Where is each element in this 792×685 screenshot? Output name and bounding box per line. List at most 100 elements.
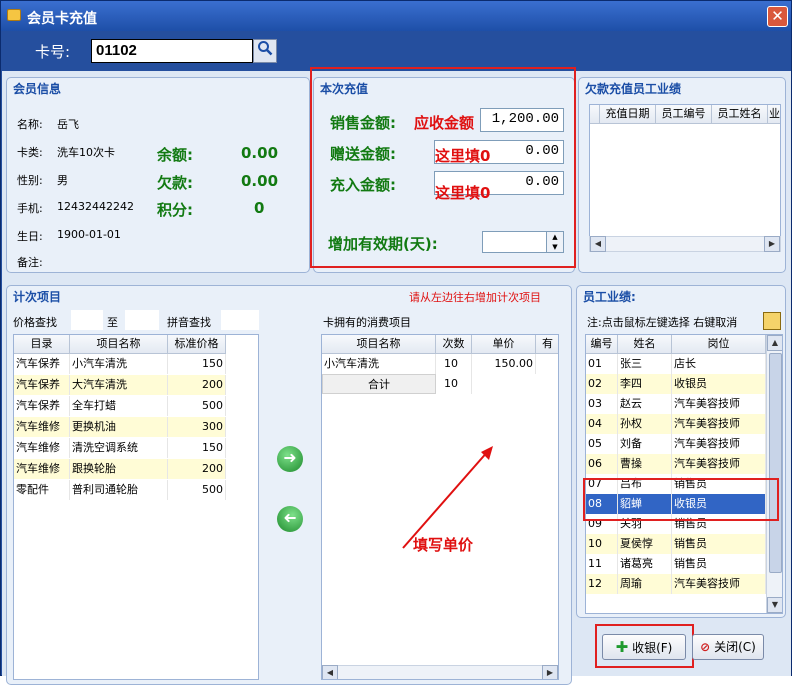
phone-label: 手机:	[17, 202, 43, 215]
scroll-left-icon[interactable]: ◀	[590, 236, 606, 252]
gender-value: 男	[57, 174, 68, 187]
price-search-label: 价格查找	[13, 316, 57, 329]
items-table-cell[interactable]: 汽车维修	[14, 459, 70, 479]
staff-table-cell[interactable]: 曹操	[618, 454, 672, 474]
staff-table-cell[interactable]: 诸葛亮	[618, 554, 672, 574]
items-table-cell[interactable]: 汽车保养	[14, 375, 70, 395]
pinyin-search-input[interactable]	[221, 310, 259, 330]
staff-table-cell[interactable]: 店长	[672, 354, 766, 374]
col-owned-unit-price: 单价	[472, 335, 536, 354]
scroll-right-icon[interactable]: ▶	[542, 665, 558, 679]
price-min-input[interactable]	[71, 310, 103, 330]
card-type-label: 卡类:	[17, 146, 43, 159]
items-table-cell[interactable]: 汽车保养	[14, 354, 70, 374]
staff-table-cell[interactable]: 12	[586, 574, 618, 594]
scroll-down-icon[interactable]: ▼	[767, 597, 782, 613]
staff-table-cell[interactable]: 02	[586, 374, 618, 394]
member-info-panel: 会员信息 名称: 岳飞 卡类: 洗车10次卡 性别: 男 手机: 1243244…	[6, 77, 310, 273]
items-table-cell[interactable]: 200	[168, 459, 226, 479]
items-table-cell[interactable]: 清洗空调系统	[70, 438, 168, 458]
pinyin-search-label: 拼音查找	[167, 316, 211, 329]
card-type-value: 洗车10次卡	[57, 146, 115, 159]
points-label: 积分:	[157, 201, 193, 219]
staff-table-cell[interactable]: 汽车美容技师	[672, 414, 766, 434]
staff-table-cell[interactable]: 汽车美容技师	[672, 454, 766, 474]
debt-staff-panel: 欠款充值员工业绩 充值日期 员工编号 员工姓名 业 ◀ ▶	[578, 77, 786, 273]
gift-amount-hint: 这里填0	[435, 147, 491, 165]
staff-table-cell[interactable]: 赵云	[618, 394, 672, 414]
price-to-label: 至	[107, 316, 118, 329]
items-table-cell[interactable]: 150	[168, 438, 226, 458]
staff-table-cell[interactable]: 孙权	[618, 414, 672, 434]
card-number-input[interactable]: 01102	[91, 39, 253, 63]
staff-table-cell[interactable]: 汽车美容技师	[672, 574, 766, 594]
staff-vscrollbar[interactable]: ▲ ▼	[766, 335, 782, 613]
staff-table-cell[interactable]: 刘备	[618, 434, 672, 454]
staff-table-cell[interactable]: 01	[586, 354, 618, 374]
plus-icon: ✚	[615, 638, 629, 656]
items-table-cell[interactable]: 汽车保养	[14, 396, 70, 416]
col-staff-id: 编号	[586, 335, 618, 354]
staff-table-cell[interactable]: 03	[586, 394, 618, 414]
items-table-cell[interactable]: 小汽车清洗	[70, 354, 168, 374]
items-table-cell[interactable]: 300	[168, 417, 226, 437]
staff-table-cell[interactable]: 周瑜	[618, 574, 672, 594]
staff-table: 编号 姓名 岗位 01 张三 店长 02 李四 收银员 03 赵云 汽车美容技师 04 孙权 汽车美容…	[585, 334, 783, 614]
items-table-cell[interactable]: 500	[168, 396, 226, 416]
staff-scroll-thumb[interactable]	[769, 353, 782, 573]
items-table-cell[interactable]: 大汽车清洗	[70, 375, 168, 395]
price-max-input[interactable]	[125, 310, 159, 330]
close-window-button[interactable]: ✕	[767, 6, 788, 27]
close-circle-icon: ⊘	[700, 640, 711, 654]
member-info-title: 会员信息	[13, 82, 62, 96]
staff-table-cell[interactable]: 收银员	[672, 374, 766, 394]
sale-amount-hint: 应收金额	[414, 114, 475, 132]
staff-table-cell[interactable]: 汽车美容技师	[672, 394, 766, 414]
owned-row-unit-price[interactable]: 150.00	[472, 354, 536, 374]
staff-table-cell[interactable]: 李四	[618, 374, 672, 394]
items-table-cell[interactable]: 汽车维修	[14, 438, 70, 458]
staff-table-cell[interactable]: 销售员	[672, 554, 766, 574]
items-table-cell[interactable]: 汽车维修	[14, 417, 70, 437]
add-item-arrow-icon[interactable]: ➜	[277, 446, 303, 472]
name-value: 岳飞	[57, 118, 79, 131]
staff-table-cell[interactable]: 汽车美容技师	[672, 434, 766, 454]
items-table-cell[interactable]: 全车打蜡	[70, 396, 168, 416]
close-button[interactable]: ⊘ 关闭(C)	[692, 634, 764, 660]
staff-table-cell[interactable]: 夏侯惇	[618, 534, 672, 554]
gender-label: 性别:	[17, 174, 43, 187]
debt-hscrollbar[interactable]: ◀ ▶	[589, 236, 781, 252]
scroll-left-icon[interactable]: ◀	[322, 665, 338, 679]
staff-table-cell[interactable]: 05	[586, 434, 618, 454]
col-staff-name: 姓名	[618, 335, 672, 354]
owned-row-count[interactable]: 10	[436, 354, 472, 374]
scroll-right-icon[interactable]: ▶	[764, 236, 780, 252]
collect-button[interactable]: ✚ 收银(F)	[602, 634, 686, 660]
staff-table-cell[interactable]: 11	[586, 554, 618, 574]
col-recharge-date: 充值日期	[600, 105, 656, 124]
scroll-up-icon[interactable]: ▲	[767, 335, 782, 351]
items-table-cell[interactable]: 500	[168, 480, 226, 500]
col-owned-count: 次数	[436, 335, 472, 354]
remove-item-arrow-icon[interactable]: ➜	[277, 506, 303, 532]
items-table-cell[interactable]: 跟换轮胎	[70, 459, 168, 479]
folder-icon[interactable]	[763, 312, 781, 330]
owned-hscrollbar[interactable]: ◀ ▶	[322, 665, 558, 679]
staff-table-cell[interactable]: 04	[586, 414, 618, 434]
items-table-cell[interactable]: 150	[168, 354, 226, 374]
items-table-cell[interactable]: 更换机油	[70, 417, 168, 437]
items-table-cell[interactable]: 零配件	[14, 480, 70, 500]
staff-table-cell[interactable]: 06	[586, 454, 618, 474]
staff-table-cell[interactable]: 10	[586, 534, 618, 554]
items-table-cell[interactable]: 普利司通轮胎	[70, 480, 168, 500]
owned-row-name[interactable]: 小汽车清洗	[322, 354, 436, 374]
staff-table-cell[interactable]: 销售员	[672, 534, 766, 554]
col-staff-post: 岗位	[672, 335, 766, 354]
name-label: 名称:	[17, 118, 43, 131]
remark-label: 备注:	[17, 256, 43, 269]
items-table-cell[interactable]: 200	[168, 375, 226, 395]
staff-table-cell[interactable]: 张三	[618, 354, 672, 374]
search-icon[interactable]	[253, 39, 277, 63]
owned-total-count: 10	[436, 374, 472, 394]
birthday-value: 1900-01-01	[57, 228, 121, 241]
